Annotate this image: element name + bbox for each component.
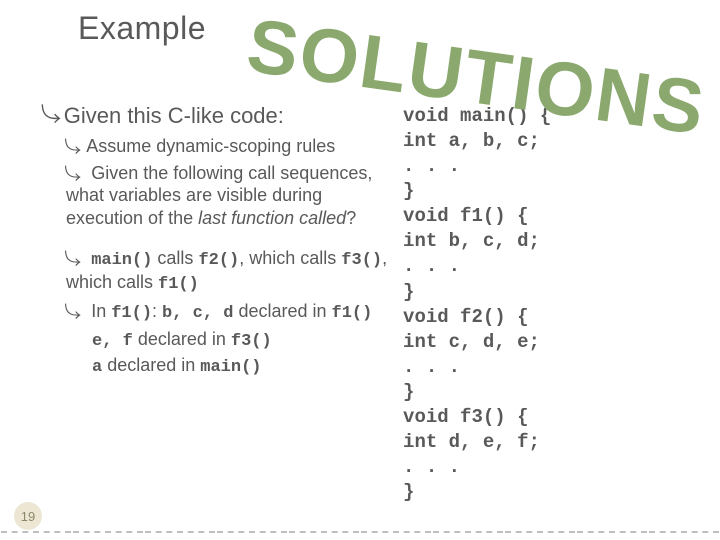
page-number: 19	[14, 502, 42, 530]
code-line: . . .	[403, 455, 700, 480]
code-inline-f1: f1()	[332, 304, 373, 323]
code-inline-vars: e, f	[92, 332, 133, 351]
code-line: void f1() {	[403, 204, 700, 229]
bullet-level1: Given this C-like code:	[40, 100, 395, 129]
code-line: . . .	[403, 154, 700, 179]
bullet-level2-callseq: main() calls f2(), which calls f3(), whi…	[40, 247, 395, 296]
emphasis-text: last function called	[198, 208, 346, 228]
code-line: void f2() {	[403, 305, 700, 330]
code-inline-f1: f1()	[111, 304, 152, 323]
code-inline-f2: f2()	[198, 251, 239, 270]
footer-dashes	[0, 531, 720, 540]
code-line: int b, c, d;	[403, 229, 700, 254]
code-inline-f3: f3()	[341, 251, 382, 270]
code-line: }	[403, 480, 700, 505]
bullet-level2-answer: In f1(): b, c, d declared in f1()	[40, 300, 395, 324]
bullet-level3-ef: e, f declared in f3()	[40, 328, 395, 352]
slide: Example SOLUTIONS Given this C-like code…	[0, 0, 720, 540]
code-block: void main() { int a, b, c; . . . } void …	[403, 100, 700, 505]
code-line: . . .	[403, 355, 700, 380]
bullet-level3-a: a declared in main()	[40, 354, 395, 378]
code-inline-f1: f1()	[158, 275, 199, 294]
code-inline-vars: b, c, d	[162, 304, 233, 323]
code-inline-f3: f3()	[231, 332, 272, 351]
text-fragment: declared in	[133, 329, 231, 349]
code-line: }	[403, 179, 700, 204]
code-line: }	[403, 280, 700, 305]
text-fragment: In	[91, 301, 111, 321]
body-columns: Given this C-like code: Assume dynamic-s…	[0, 100, 720, 505]
text-fragment: ?	[346, 208, 356, 228]
text-fragment: , which calls	[239, 248, 341, 268]
code-line: int d, e, f;	[403, 430, 700, 455]
text-fragment: declared in	[102, 355, 200, 375]
code-line: }	[403, 380, 700, 405]
code-inline-main: main()	[91, 251, 152, 270]
code-line: . . .	[403, 254, 700, 279]
title-row: Example SOLUTIONS	[0, 10, 720, 100]
code-inline-vars: a	[92, 358, 102, 377]
code-inline-main: main()	[200, 358, 261, 377]
text-fragment: calls	[152, 248, 198, 268]
text-fragment: declared in	[233, 301, 331, 321]
text-fragment: :	[152, 301, 162, 321]
code-line: int c, d, e;	[403, 330, 700, 355]
bullet-level2-assume: Assume dynamic-scoping rules	[40, 135, 395, 158]
code-line: void f3() {	[403, 405, 700, 430]
bullet-level2-given: Given the following call sequences, what…	[40, 162, 395, 230]
left-column: Given this C-like code: Assume dynamic-s…	[40, 100, 403, 505]
